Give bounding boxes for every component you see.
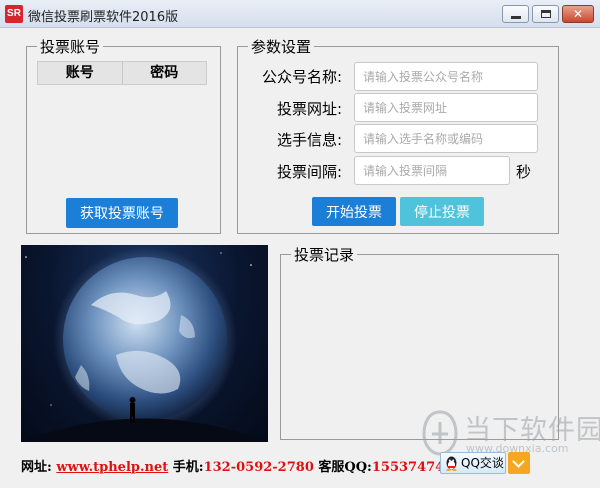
account-name-label: 公众号名称: — [261, 68, 342, 86]
maximize-button[interactable] — [532, 5, 559, 23]
minimize-icon — [511, 16, 521, 19]
close-button[interactable]: ✕ — [562, 5, 594, 23]
accounts-table-header: 账号 密码 — [37, 61, 207, 85]
minimize-button[interactable] — [502, 5, 529, 23]
vote-log-area[interactable] — [284, 262, 555, 436]
vote-interval-label: 投票间隔: — [276, 163, 342, 181]
site-label: 网址: — [21, 460, 52, 475]
window-title: 微信投票刷票软件2016版 — [28, 10, 179, 25]
qq-chat-label: QQ交谈 — [461, 456, 504, 470]
fetch-accounts-button[interactable]: 获取投票账号 — [66, 198, 178, 228]
earth-illustration — [21, 245, 268, 442]
stop-vote-button[interactable]: 停止投票 — [400, 197, 484, 226]
chevron-down-icon[interactable] — [508, 452, 530, 474]
title-bar: SR 微信投票刷票软件2016版 ✕ — [0, 0, 600, 28]
qq-chat-button[interactable]: QQ交谈 — [440, 452, 506, 474]
footer-contact: 网址: www.tphelp.net 手机:132-0592-2780 客服QQ… — [21, 456, 453, 475]
column-header-password[interactable]: 密码 — [123, 62, 207, 84]
settings-legend: 参数设置 — [251, 38, 312, 56]
vote-url-input[interactable] — [354, 93, 538, 122]
qq-label: 客服QQ: — [318, 460, 372, 475]
phone-number: 132-0592-2780 — [203, 460, 314, 475]
sr-logo-icon: SR — [5, 5, 23, 23]
phone-label: 手机: — [172, 460, 204, 475]
site-link[interactable]: www.tphelp.net — [56, 460, 168, 475]
start-vote-button[interactable]: 开始投票 — [312, 197, 396, 226]
candidate-info-input[interactable] — [354, 124, 538, 153]
column-header-account[interactable]: 账号 — [38, 62, 123, 84]
accounts-legend: 投票账号 — [40, 38, 101, 56]
maximize-icon — [541, 10, 551, 18]
candidate-info-label: 选手信息: — [276, 131, 342, 149]
vote-interval-input[interactable] — [354, 156, 510, 185]
interval-unit-label: 秒 — [516, 163, 532, 181]
qq-penguin-icon — [446, 456, 457, 471]
close-icon: ✕ — [572, 7, 584, 21]
account-name-input[interactable] — [354, 62, 538, 91]
vote-url-label: 投票网址: — [276, 100, 342, 118]
